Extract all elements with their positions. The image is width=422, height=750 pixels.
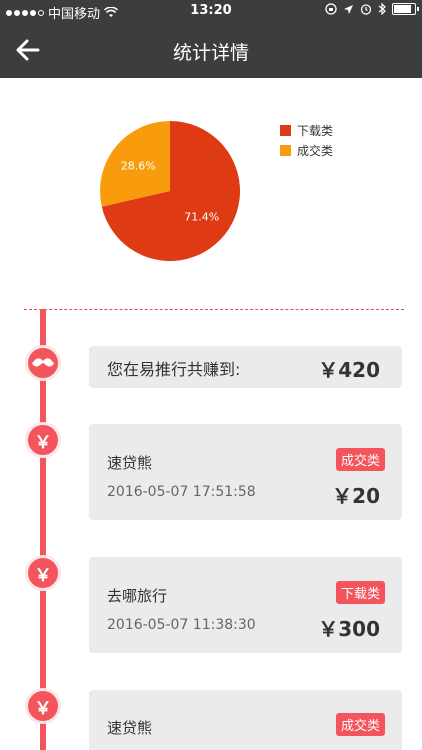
record-amount: ￥300	[318, 617, 380, 641]
yen-icon: ￥	[34, 698, 52, 719]
nav-bar: 统计详情	[0, 22, 422, 78]
record-tag: 成交类	[335, 713, 385, 736]
record-name: 速贷熊	[107, 719, 153, 737]
legend-label: 成交类	[297, 143, 334, 158]
rotation-lock-icon	[325, 3, 337, 15]
mustache-icon	[32, 358, 54, 367]
yen-node-icon: ￥	[25, 555, 61, 591]
yen-node-icon: ￥	[25, 688, 61, 724]
yen-icon: ￥	[34, 565, 52, 586]
summary-node-icon	[25, 345, 61, 381]
record-amount: ￥20	[332, 484, 380, 508]
earnings-summary-card: 您在易推行共赚到: ￥420	[89, 346, 402, 388]
legend-item-deal: 成交类	[280, 140, 333, 160]
dashed-divider	[24, 309, 404, 310]
record-card[interactable]: 速贷熊 成交类	[89, 690, 402, 750]
bluetooth-icon	[378, 3, 386, 15]
yen-icon: ￥	[34, 432, 52, 453]
legend-label: 下载类	[297, 123, 334, 138]
legend-swatch	[280, 124, 291, 136]
yen-node-icon: ￥	[25, 422, 61, 458]
legend-item-download: 下载类	[280, 120, 333, 140]
record-name: 速贷熊	[107, 454, 153, 472]
record-tag: 成交类	[335, 448, 385, 471]
alarm-icon	[360, 4, 372, 15]
status-right	[325, 3, 419, 15]
status-bar: 中国移动 13:20	[0, 0, 422, 22]
page-title: 统计详情	[172, 42, 249, 64]
chart-legend: 下载类 成交类	[280, 120, 333, 160]
record-date: 2016-05-07 17:51:58	[107, 484, 256, 500]
pie-slice-label: 28.6%	[121, 160, 156, 173]
pie-chart-svg: 71.4% 28.6%	[99, 121, 241, 261]
record-tag: 下载类	[335, 581, 385, 604]
record-name: 去哪旅行	[107, 587, 168, 605]
battery-icon	[392, 3, 419, 15]
pie-chart: 71.4% 28.6% 下载类 成交类	[0, 78, 422, 308]
record-date: 2016-05-07 11:38:30	[107, 617, 256, 633]
location-icon	[344, 4, 353, 14]
record-card[interactable]: 速贷熊 成交类 2016-05-07 17:51:58 ￥20	[89, 424, 402, 520]
record-card[interactable]: 去哪旅行 下载类 2016-05-07 11:38:30 ￥300	[89, 557, 402, 653]
summary-label: 您在易推行共赚到:	[107, 360, 241, 379]
legend-swatch	[280, 144, 291, 156]
summary-amount: ￥420	[318, 358, 380, 382]
pie-slice-label: 71.4%	[184, 210, 219, 223]
